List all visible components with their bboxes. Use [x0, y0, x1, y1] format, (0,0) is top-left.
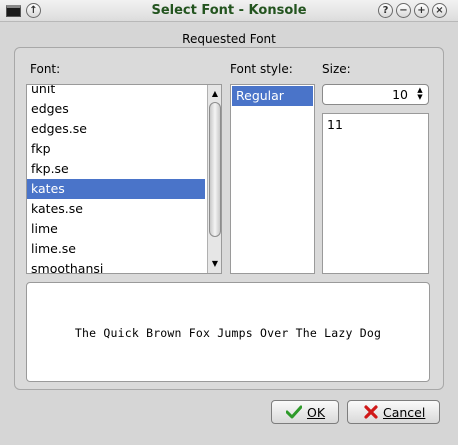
font-preview[interactable]: The Quick Brown Fox Jumps Over The Lazy …	[26, 282, 430, 382]
ok-button[interactable]: OK	[271, 400, 339, 424]
scroll-up-arrow-icon[interactable]: ▲	[208, 87, 221, 101]
cancel-button-label: Cancel	[383, 405, 426, 420]
font-style-label: Font style:	[230, 62, 293, 76]
list-item-selected[interactable]: kates	[27, 179, 205, 199]
list-item[interactable]: edges	[27, 99, 205, 119]
title-bar[interactable]: ↑ Select Font - Konsole ? − + ×	[0, 0, 458, 22]
scrollbar-thumb[interactable]	[209, 102, 221, 237]
font-label: Font:	[30, 62, 61, 76]
minimize-icon[interactable]: −	[396, 3, 411, 18]
list-item[interactable]: edges.se	[27, 119, 205, 139]
help-icon[interactable]: ?	[378, 3, 393, 18]
close-icon[interactable]: ×	[432, 3, 447, 18]
list-item[interactable]: smoothansi	[27, 259, 205, 273]
maximize-icon[interactable]: +	[414, 3, 429, 18]
list-item[interactable]: fkp.se	[27, 159, 205, 179]
scroll-down-arrow-icon[interactable]: ▼	[208, 257, 221, 271]
size-label: Size:	[322, 62, 351, 76]
size-list[interactable]: 11	[322, 113, 429, 274]
list-item[interactable]: fkp	[27, 139, 205, 159]
size-value[interactable]: 10	[392, 87, 408, 102]
font-list-scrollbar[interactable]: ▲ ▼	[207, 85, 221, 273]
checkmark-icon	[286, 405, 302, 419]
group-title: Requested Font	[182, 32, 276, 46]
list-item[interactable]: lime.se	[27, 239, 205, 259]
size-spinbox[interactable]: 10 ▲ ▼	[322, 84, 429, 105]
font-list[interactable]: unit edges edges.se fkp fkp.se kates kat…	[26, 84, 222, 274]
list-item-selected[interactable]: Regular	[232, 86, 313, 106]
ok-button-label: OK	[307, 405, 326, 420]
spin-arrows-icon[interactable]: ▲ ▼	[414, 87, 426, 102]
list-item[interactable]: lime	[27, 219, 205, 239]
list-item[interactable]: kates.se	[27, 199, 205, 219]
cancel-button[interactable]: Cancel	[347, 400, 440, 424]
list-item[interactable]: unit	[27, 85, 205, 99]
cancel-x-icon	[364, 405, 378, 419]
preview-text: The Quick Brown Fox Jumps Over The Lazy …	[74, 326, 382, 340]
list-item[interactable]: 11	[323, 115, 423, 135]
font-style-list[interactable]: Regular	[230, 84, 315, 274]
